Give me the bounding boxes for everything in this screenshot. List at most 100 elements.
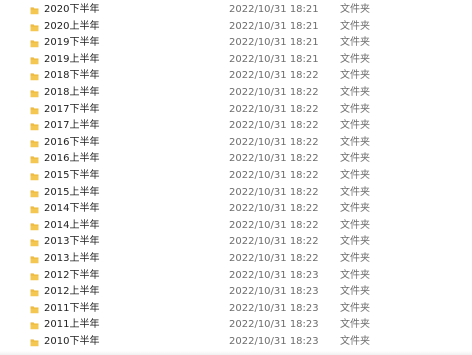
file-row[interactable]: 2020下半年 2022/10/31 18:21 文件夹 [0, 2, 472, 19]
modified-date: 2022/10/31 18:22 [229, 186, 319, 198]
file-type: 文件夹 [340, 269, 370, 281]
file-name: 2015下半年 [44, 169, 100, 181]
file-row[interactable]: 2011下半年 2022/10/31 18:23 文件夹 [0, 301, 472, 318]
file-row[interactable]: 2014下半年 2022/10/31 18:22 文件夹 [0, 201, 472, 218]
file-type: 文件夹 [340, 4, 370, 15]
folder-icon [30, 23, 39, 32]
folder-icon [30, 272, 39, 281]
file-name: 2012上半年 [44, 286, 100, 298]
file-row[interactable]: 2017下半年 2022/10/31 18:22 文件夹 [0, 102, 472, 119]
modified-date: 2022/10/31 18:22 [229, 136, 319, 148]
file-row[interactable]: 2012上半年 2022/10/31 18:23 文件夹 [0, 284, 472, 301]
file-type: 文件夹 [340, 252, 370, 264]
folder-icon [30, 6, 39, 15]
file-name: 2013上半年 [44, 252, 100, 264]
folder-icon [30, 238, 39, 247]
file-row[interactable]: 2013上半年 2022/10/31 18:22 文件夹 [0, 251, 472, 268]
folder-icon [30, 39, 39, 48]
file-name: 2013下半年 [44, 236, 100, 248]
folder-icon [30, 255, 39, 264]
modified-date: 2022/10/31 18:23 [229, 269, 319, 281]
file-type: 文件夹 [340, 169, 370, 181]
bottom-edge-shadow [0, 351, 472, 355]
file-row[interactable]: 2013下半年 2022/10/31 18:22 文件夹 [0, 234, 472, 251]
file-name: 2015上半年 [44, 186, 100, 198]
folder-icon [30, 139, 39, 148]
file-type: 文件夹 [340, 186, 370, 198]
modified-date: 2022/10/31 18:22 [229, 169, 319, 181]
file-name: 2011上半年 [44, 319, 100, 331]
file-row[interactable]: 2015上半年 2022/10/31 18:22 文件夹 [0, 185, 472, 202]
modified-date: 2022/10/31 18:21 [229, 37, 319, 49]
folder-icon [30, 155, 39, 164]
modified-date: 2022/10/31 18:22 [229, 236, 319, 248]
file-type: 文件夹 [340, 70, 370, 82]
file-row[interactable]: 2014上半年 2022/10/31 18:22 文件夹 [0, 218, 472, 235]
file-type: 文件夹 [340, 136, 370, 148]
file-row[interactable]: 2018下半年 2022/10/31 18:22 文件夹 [0, 68, 472, 85]
file-name: 2017上半年 [44, 120, 100, 132]
modified-date: 2022/10/31 18:22 [229, 86, 319, 98]
modified-date: 2022/10/31 18:21 [229, 20, 319, 32]
file-row[interactable]: 2010下半年 2022/10/31 18:23 文件夹 [0, 334, 472, 351]
file-type: 文件夹 [340, 203, 370, 215]
file-row[interactable]: 2019下半年 2022/10/31 18:21 文件夹 [0, 35, 472, 52]
file-name: 2014下半年 [44, 203, 100, 215]
file-type: 文件夹 [340, 236, 370, 248]
modified-date: 2022/10/31 18:22 [229, 252, 319, 264]
file-name: 2016上半年 [44, 153, 100, 165]
modified-date: 2022/10/31 18:22 [229, 203, 319, 215]
file-type: 文件夹 [340, 302, 370, 314]
file-type: 文件夹 [340, 53, 370, 65]
modified-date: 2022/10/31 18:22 [229, 120, 319, 132]
folder-icon [30, 305, 39, 314]
modified-date: 2022/10/31 18:22 [229, 103, 319, 115]
file-row[interactable]: 2020上半年 2022/10/31 18:21 文件夹 [0, 19, 472, 36]
file-row[interactable]: 2017上半年 2022/10/31 18:22 文件夹 [0, 118, 472, 135]
file-name: 2011下半年 [44, 302, 100, 314]
file-row[interactable]: 2016上半年 2022/10/31 18:22 文件夹 [0, 151, 472, 168]
file-name: 2019下半年 [44, 37, 100, 49]
file-type: 文件夹 [340, 219, 370, 231]
file-row[interactable]: 2012下半年 2022/10/31 18:23 文件夹 [0, 268, 472, 285]
folder-icon [30, 72, 39, 81]
file-name: 2012下半年 [44, 269, 100, 281]
file-row[interactable]: 2016下半年 2022/10/31 18:22 文件夹 [0, 135, 472, 152]
modified-date: 2022/10/31 18:23 [229, 302, 319, 314]
folder-icon [30, 205, 39, 214]
file-row[interactable]: 2015下半年 2022/10/31 18:22 文件夹 [0, 168, 472, 185]
modified-date: 2022/10/31 18:21 [229, 53, 319, 65]
file-name: 2018上半年 [44, 86, 100, 98]
folder-icon [30, 222, 39, 231]
folder-icon [30, 189, 39, 198]
folder-icon [30, 89, 39, 98]
file-row[interactable]: 2011上半年 2022/10/31 18:23 文件夹 [0, 317, 472, 334]
file-row[interactable]: 2018上半年 2022/10/31 18:22 文件夹 [0, 85, 472, 102]
modified-date: 2022/10/31 18:23 [229, 319, 319, 331]
file-name: 2010下半年 [44, 335, 100, 347]
modified-date: 2022/10/31 18:22 [229, 70, 319, 82]
file-type: 文件夹 [340, 335, 370, 347]
modified-date: 2022/10/31 18:23 [229, 286, 319, 298]
file-name: 2018下半年 [44, 70, 100, 82]
folder-icon [30, 106, 39, 115]
file-type: 文件夹 [340, 319, 370, 331]
file-row[interactable]: 2019上半年 2022/10/31 18:21 文件夹 [0, 52, 472, 69]
modified-date: 2022/10/31 18:23 [229, 335, 319, 347]
file-name: 2019上半年 [44, 53, 100, 65]
file-name: 2016下半年 [44, 136, 100, 148]
folder-icon [30, 172, 39, 181]
folder-icon [30, 56, 39, 65]
folder-icon [30, 338, 39, 347]
folder-icon [30, 321, 39, 330]
file-type: 文件夹 [340, 120, 370, 132]
file-name: 2017下半年 [44, 103, 100, 115]
file-type: 文件夹 [340, 153, 370, 165]
file-type: 文件夹 [340, 286, 370, 298]
folder-icon [30, 122, 39, 131]
modified-date: 2022/10/31 18:22 [229, 153, 319, 165]
modified-date: 2022/10/31 18:22 [229, 219, 319, 231]
modified-date: 2022/10/31 18:21 [229, 4, 319, 15]
file-type: 文件夹 [340, 86, 370, 98]
file-type: 文件夹 [340, 37, 370, 49]
